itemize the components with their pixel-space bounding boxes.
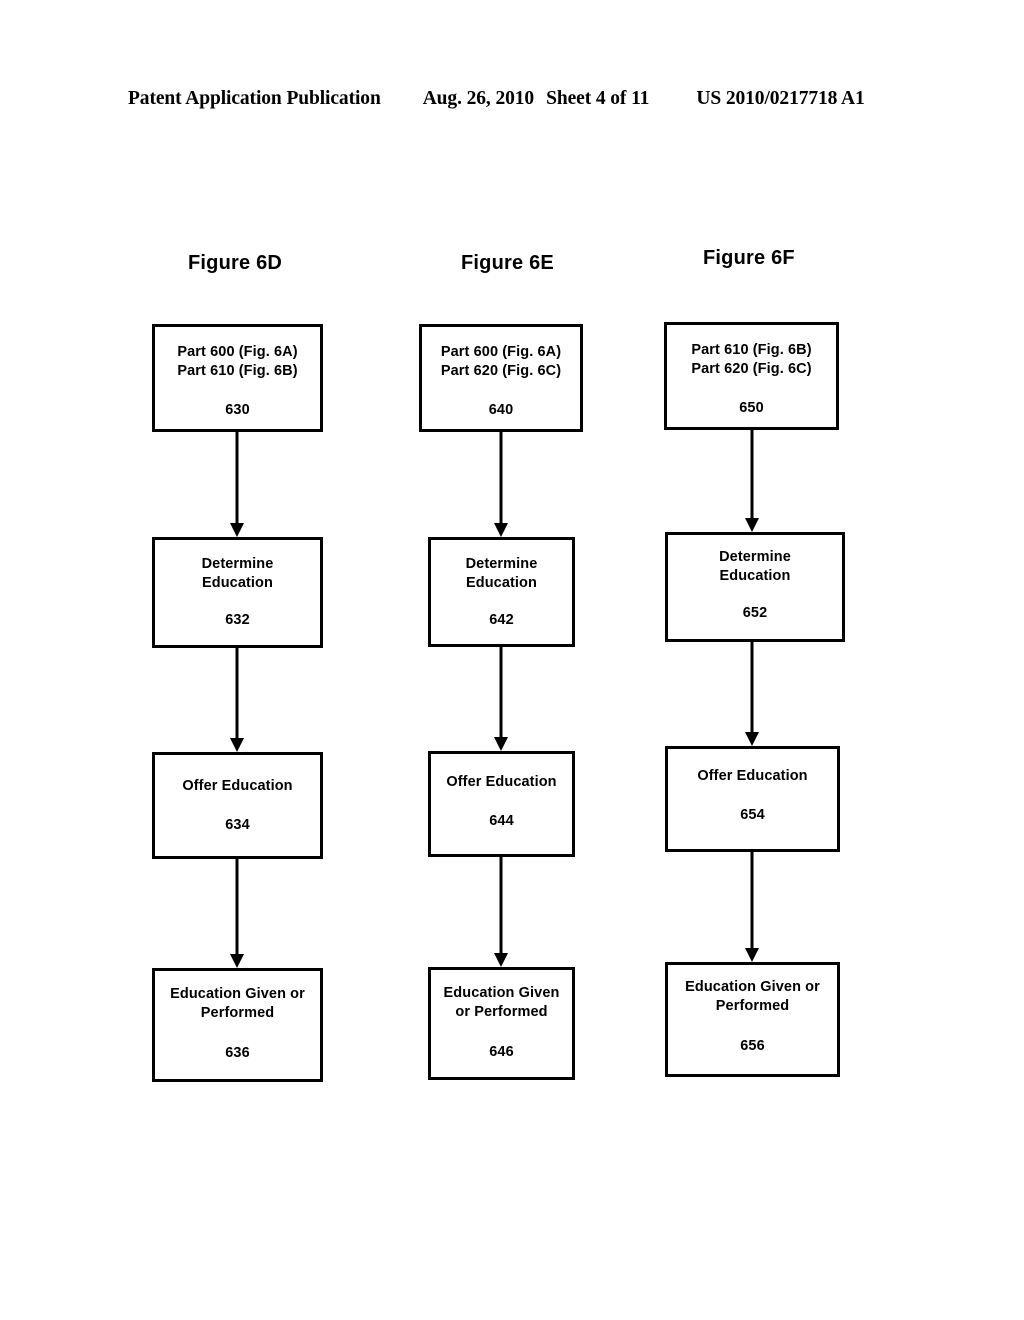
flowchart-node: Education Given or Performed 636 <box>152 968 323 1082</box>
arrow-stem <box>750 852 754 950</box>
node-reference-number: 656 <box>740 1038 765 1054</box>
node-reference-number: 644 <box>489 813 514 829</box>
figure-area: Figure 6D Part 600 (Fig. 6A) Part 610 (Fi… <box>0 0 1024 1320</box>
node-label: Determine Education <box>719 549 791 584</box>
flow-arrow-down-icon <box>491 432 511 537</box>
node-label: Part 610 (Fig. 6B) Part 620 (Fig. 6C) <box>691 342 812 377</box>
node-reference-number: 634 <box>225 817 250 833</box>
node-label: Part 600 (Fig. 6A) Part 620 (Fig. 6C) <box>440 344 562 379</box>
node-label: Offer Education <box>182 778 293 794</box>
flow-arrow-down-icon <box>742 430 762 532</box>
flowchart-node: Determine Education 642 <box>428 537 575 647</box>
flow-arrow-down-icon <box>491 857 511 967</box>
figure-title: Figure 6D <box>188 252 283 274</box>
figure-title: Figure 6F <box>703 247 795 269</box>
node-reference-number: 636 <box>225 1045 250 1061</box>
node-label: Determine Education <box>465 556 538 591</box>
flowchart-node: Offer Education 644 <box>428 751 575 857</box>
arrow-head <box>745 518 759 532</box>
node-reference-number: 650 <box>739 400 764 416</box>
flowchart-node: Part 610 (Fig. 6B) Part 620 (Fig. 6C) 650 <box>664 322 839 430</box>
node-label: Offer Education <box>697 768 808 784</box>
node-reference-number: 632 <box>225 612 250 628</box>
figure-title: Figure 6E <box>461 252 554 274</box>
arrow-stem <box>499 647 503 739</box>
arrow-stem <box>750 430 754 520</box>
arrow-stem <box>235 648 239 740</box>
arrow-head <box>494 953 508 967</box>
flowchart-node: Education Given or Performed 656 <box>665 962 840 1077</box>
flow-arrow-down-icon <box>227 859 247 968</box>
flow-arrow-down-icon <box>227 648 247 752</box>
arrow-head <box>494 523 508 537</box>
node-reference-number: 630 <box>225 402 250 418</box>
arrow-head <box>230 954 244 968</box>
node-reference-number: 652 <box>742 605 768 621</box>
flowchart-node: Part 600 (Fig. 6A) Part 610 (Fig. 6B) 630 <box>152 324 323 432</box>
node-reference-number: 646 <box>489 1044 514 1060</box>
node-label: Education Given or Performed <box>443 985 560 1020</box>
node-label: Offer Education <box>446 774 557 790</box>
node-reference-number: 642 <box>489 612 514 628</box>
arrow-head <box>745 732 759 746</box>
arrow-stem <box>235 432 239 525</box>
arrow-head <box>230 738 244 752</box>
flow-arrow-down-icon <box>742 852 762 962</box>
node-label: Determine Education <box>201 556 274 591</box>
flow-arrow-down-icon <box>491 647 511 751</box>
flowchart-node: Determine Education 632 <box>152 537 323 648</box>
arrow-stem <box>235 859 239 956</box>
flow-arrow-down-icon <box>742 642 762 746</box>
node-label: Education Given or Performed <box>170 986 305 1021</box>
flow-arrow-down-icon <box>227 432 247 537</box>
node-label: Education Given or Performed <box>685 979 820 1014</box>
arrow-stem <box>499 432 503 525</box>
flowchart-node: Offer Education 634 <box>152 752 323 859</box>
flowchart-node: Offer Education 654 <box>665 746 840 852</box>
arrow-stem <box>750 642 754 734</box>
node-label: Part 600 (Fig. 6A) Part 610 (Fig. 6B) <box>177 344 298 379</box>
arrow-head <box>494 737 508 751</box>
arrow-stem <box>499 857 503 955</box>
arrow-head <box>230 523 244 537</box>
flowchart-node: Part 600 (Fig. 6A) Part 620 (Fig. 6C) 640 <box>419 324 583 432</box>
flowchart-node: Determine Education 652 <box>665 532 845 642</box>
flowchart-node: Education Given or Performed 646 <box>428 967 575 1080</box>
arrow-head <box>745 948 759 962</box>
node-reference-number: 640 <box>488 402 514 418</box>
node-reference-number: 654 <box>740 807 765 823</box>
